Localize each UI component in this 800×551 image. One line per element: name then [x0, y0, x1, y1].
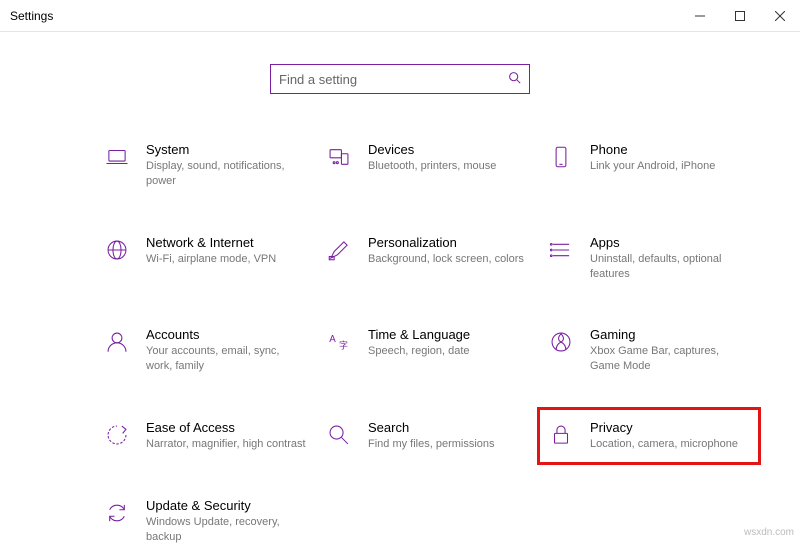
search-area [0, 64, 800, 94]
tile-title: Network & Internet [146, 235, 276, 250]
settings-grid: System Display, sound, notifications, po… [100, 136, 800, 551]
person-icon [102, 327, 132, 357]
tile-personalization[interactable]: Personalization Background, lock screen,… [322, 229, 532, 288]
tile-desc: Uninstall, defaults, optional features [590, 252, 750, 282]
paintbrush-icon [324, 235, 354, 265]
time-language-icon: A字 [324, 327, 354, 357]
maximize-button[interactable] [720, 0, 760, 32]
window-title: Settings [10, 9, 53, 23]
tile-desc: Xbox Game Bar, captures, Game Mode [590, 344, 750, 374]
tile-devices[interactable]: Devices Bluetooth, printers, mouse [322, 136, 532, 195]
apps-icon [546, 235, 576, 265]
minimize-icon [695, 11, 705, 21]
titlebar: Settings [0, 0, 800, 32]
tile-desc: Display, sound, notifications, power [146, 159, 306, 189]
tile-desc: Narrator, magnifier, high contrast [146, 437, 306, 452]
tile-title: Gaming [590, 327, 750, 342]
tile-search[interactable]: Search Find my files, permissions [322, 414, 532, 458]
svg-text:A: A [329, 334, 336, 345]
search-icon [508, 71, 521, 87]
phone-icon [546, 142, 576, 172]
tile-phone[interactable]: Phone Link your Android, iPhone [544, 136, 754, 195]
svg-text:字: 字 [339, 340, 348, 351]
tile-title: Devices [368, 142, 496, 157]
watermark: wsxdn.com [744, 527, 794, 538]
tile-desc: Find my files, permissions [368, 437, 495, 452]
tile-desc: Your accounts, email, sync, work, family [146, 344, 306, 374]
ease-of-access-icon [102, 420, 132, 450]
globe-icon [102, 235, 132, 265]
search-box[interactable] [270, 64, 530, 94]
tile-desc: Link your Android, iPhone [590, 159, 715, 174]
search-tile-icon [324, 420, 354, 450]
tile-accounts[interactable]: Accounts Your accounts, email, sync, wor… [100, 321, 310, 380]
maximize-icon [735, 11, 745, 21]
tile-update-security[interactable]: Update & Security Windows Update, recove… [100, 492, 310, 551]
tile-title: Privacy [590, 420, 738, 435]
tile-title: Update & Security [146, 498, 306, 513]
close-icon [775, 11, 785, 21]
search-input[interactable] [279, 72, 508, 87]
tile-ease-of-access[interactable]: Ease of Access Narrator, magnifier, high… [100, 414, 310, 458]
tile-title: Ease of Access [146, 420, 306, 435]
tile-title: System [146, 142, 306, 157]
tile-desc: Wi-Fi, airplane mode, VPN [146, 252, 276, 267]
update-icon [102, 498, 132, 528]
close-button[interactable] [760, 0, 800, 32]
tile-desc: Location, camera, microphone [590, 437, 738, 452]
tile-privacy[interactable]: Privacy Location, camera, microphone [544, 414, 754, 458]
tile-desc: Bluetooth, printers, mouse [368, 159, 496, 174]
tile-desc: Speech, region, date [368, 344, 470, 359]
tile-title: Time & Language [368, 327, 470, 342]
tile-time-language[interactable]: A字 Time & Language Speech, region, date [322, 321, 532, 380]
gaming-icon [546, 327, 576, 357]
tile-gaming[interactable]: Gaming Xbox Game Bar, captures, Game Mod… [544, 321, 754, 380]
laptop-icon [102, 142, 132, 172]
tile-title: Apps [590, 235, 750, 250]
tile-apps[interactable]: Apps Uninstall, defaults, optional featu… [544, 229, 754, 288]
tile-title: Phone [590, 142, 715, 157]
devices-icon [324, 142, 354, 172]
tile-title: Personalization [368, 235, 524, 250]
tile-title: Search [368, 420, 495, 435]
tile-network[interactable]: Network & Internet Wi-Fi, airplane mode,… [100, 229, 310, 288]
tile-title: Accounts [146, 327, 306, 342]
minimize-button[interactable] [680, 0, 720, 32]
window-controls [680, 0, 800, 32]
tile-desc: Background, lock screen, colors [368, 252, 524, 267]
tile-desc: Windows Update, recovery, backup [146, 515, 306, 545]
tile-system[interactable]: System Display, sound, notifications, po… [100, 136, 310, 195]
lock-icon [546, 420, 576, 450]
